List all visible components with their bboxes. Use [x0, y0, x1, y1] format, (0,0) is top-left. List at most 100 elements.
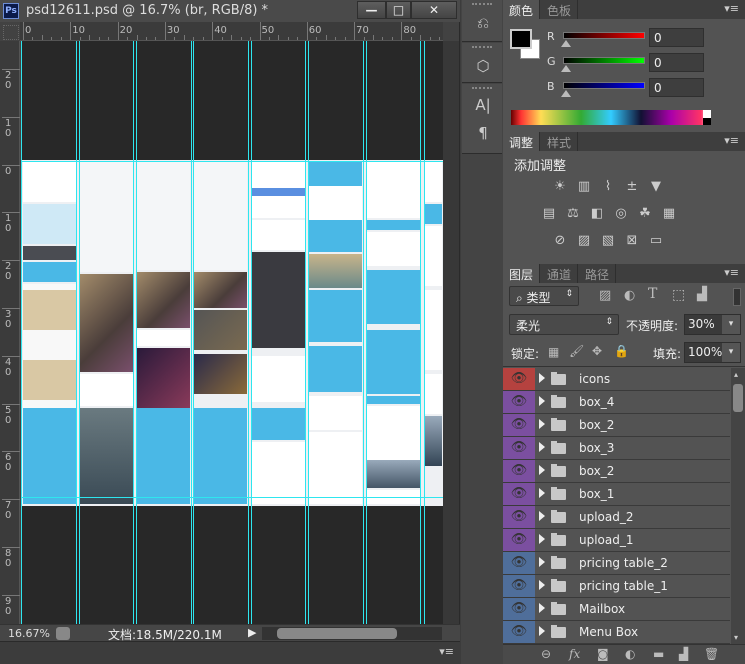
visibility-eye-icon[interactable]: 👁 [503, 575, 535, 597]
expand-arrow-icon[interactable] [539, 373, 545, 383]
expand-arrow-icon[interactable] [539, 534, 545, 544]
visibility-eye-icon[interactable]: 👁 [503, 368, 535, 390]
slider-thumb[interactable] [561, 65, 571, 72]
tab-color[interactable]: 颜色 [503, 0, 541, 19]
guide-line[interactable] [79, 41, 80, 624]
lock-transparency-icon[interactable]: ▦ [548, 345, 559, 359]
exposure-icon[interactable]: ± [623, 179, 641, 195]
channel-value-field[interactable]: 0 [649, 28, 704, 47]
filter-adjustment-icon[interactable]: ◐ [624, 288, 635, 303]
guide-line[interactable] [308, 41, 309, 624]
tab-swatches[interactable]: 色板 [541, 0, 579, 19]
link-icon[interactable]: ⊖ [541, 647, 551, 661]
posterize-icon[interactable]: ▨ [575, 233, 593, 249]
panel-menu-icon[interactable]: ▾≡ [724, 2, 739, 15]
visibility-eye-icon[interactable]: 👁 [503, 598, 535, 620]
vibrance-icon[interactable]: ▼ [647, 179, 665, 195]
adjustment-icon[interactable]: ◐ [625, 647, 635, 661]
fill-field[interactable]: 100% ▾ [684, 342, 741, 363]
character-icon[interactable]: A| [474, 96, 492, 114]
expand-arrow-icon[interactable] [539, 465, 545, 475]
foreground-color-swatch[interactable] [510, 29, 532, 49]
channel-value-field[interactable]: 0 [649, 53, 704, 72]
selective-color-icon[interactable]: ⊠ [623, 233, 641, 249]
layer-row[interactable]: 👁 pricing table_2 [503, 552, 730, 575]
layer-row[interactable]: 👁 box_1 [503, 483, 730, 506]
guide-line[interactable] [363, 41, 364, 624]
vertical-ruler[interactable]: 20 10 0 10 20 30 40 50 60 70 80 90 [0, 41, 20, 624]
visibility-eye-icon[interactable]: 👁 [503, 506, 535, 528]
brightness-icon[interactable]: ☀ [551, 179, 569, 195]
filter-smart-object-icon[interactable]: ▟ [697, 287, 707, 302]
paragraph-icon[interactable]: ¶ [474, 124, 492, 142]
new-layer-icon[interactable]: ▟ [679, 647, 688, 661]
expand-arrow-icon[interactable] [539, 511, 545, 521]
threshold-icon[interactable]: ▧ [599, 233, 617, 249]
filter-shape-icon[interactable]: ⬚ [672, 287, 685, 303]
slider-thumb[interactable] [561, 40, 571, 47]
panel-menu-icon[interactable]: ▾≡ [724, 134, 739, 147]
guide-line[interactable] [21, 497, 443, 498]
tab-adjustments[interactable]: 调整 [503, 132, 541, 151]
layer-row[interactable]: 👁 box_4 [503, 391, 730, 414]
curves-icon[interactable]: ⌇ [599, 179, 617, 195]
layer-row[interactable]: 👁 Mailbox [503, 598, 730, 621]
fx-icon[interactable]: fx [569, 647, 580, 661]
guide-line[interactable] [251, 41, 252, 624]
guide-line[interactable] [21, 41, 22, 624]
filter-toggle[interactable] [733, 288, 741, 306]
layer-row[interactable]: 👁 Menu Box [503, 621, 730, 644]
channel-mixer-icon[interactable]: ☘ [636, 206, 654, 222]
guide-line[interactable] [420, 41, 421, 624]
expand-arrow-icon[interactable] [539, 442, 545, 452]
lock-position-icon[interactable]: ✥ [592, 344, 602, 358]
canvas-area[interactable] [21, 41, 443, 624]
layers-scrollbar[interactable]: ▴ ▾ [731, 368, 745, 644]
fill-dropdown-icon[interactable]: ▾ [722, 343, 740, 362]
guide-line[interactable] [424, 41, 425, 624]
panel-menu-icon[interactable]: ▾≡ [724, 266, 739, 279]
horizontal-ruler[interactable]: 0 10 20 30 40 50 60 70 80 [20, 22, 443, 41]
group-icon[interactable]: ▬ [653, 647, 664, 661]
expand-arrow-icon[interactable] [539, 396, 545, 406]
horizontal-scrollbar[interactable] [262, 627, 442, 640]
visibility-eye-icon[interactable]: 👁 [503, 460, 535, 482]
trash-icon[interactable]: 🗑 [704, 647, 719, 661]
layer-row[interactable]: 👁 box_3 [503, 437, 730, 460]
layer-row[interactable]: 👁 box_2 [503, 414, 730, 437]
panel-menu-icon[interactable]: ▾≡ [439, 645, 454, 658]
guide-line[interactable] [366, 41, 367, 624]
document-title-bar[interactable]: Ps psd12611.psd @ 16.7% (br, RGB/8) * — … [0, 0, 460, 22]
guide-line[interactable] [248, 41, 249, 624]
layer-row[interactable]: 👁 box_2 [503, 460, 730, 483]
expand-arrow-icon[interactable] [539, 580, 545, 590]
slider-thumb[interactable] [561, 90, 571, 97]
status-menu-arrow-icon[interactable]: ▶ [248, 626, 256, 639]
blend-mode-select[interactable]: 柔光 ⇕ [509, 314, 619, 335]
guide-line[interactable] [133, 41, 134, 624]
horizontal-scroll-thumb[interactable] [277, 628, 397, 639]
scroll-down-icon[interactable]: ▾ [734, 633, 738, 642]
filter-type-icon[interactable]: T [648, 286, 657, 302]
invert-icon[interactable]: ⊘ [551, 233, 569, 249]
guide-line[interactable] [76, 41, 77, 624]
hue-saturation-icon[interactable]: ▤ [540, 206, 558, 222]
visibility-eye-icon[interactable]: 👁 [503, 391, 535, 413]
guide-line[interactable] [305, 41, 306, 624]
color-lookup-icon[interactable]: ▦ [660, 206, 678, 222]
ruler-origin[interactable] [3, 25, 19, 40]
close-button[interactable]: ✕ [411, 1, 457, 19]
guide-line[interactable] [136, 41, 137, 624]
layers-scroll-thumb[interactable] [733, 384, 743, 412]
guide-line[interactable] [21, 161, 443, 162]
zoom-level[interactable]: 16.67% [8, 627, 50, 640]
lock-all-icon[interactable]: 🔒 [614, 344, 629, 358]
visibility-eye-icon[interactable]: 👁 [503, 529, 535, 551]
photo-filter-icon[interactable]: ◎ [612, 206, 630, 222]
3d-icon[interactable]: ⬡ [474, 57, 492, 75]
channel-value-field[interactable]: 0 [649, 78, 704, 97]
layer-row[interactable]: 👁 upload_1 [503, 529, 730, 552]
channel-slider[interactable] [563, 57, 645, 64]
mask-icon[interactable]: ◙ [597, 647, 609, 661]
history-icon[interactable]: ⎌ [474, 14, 492, 32]
